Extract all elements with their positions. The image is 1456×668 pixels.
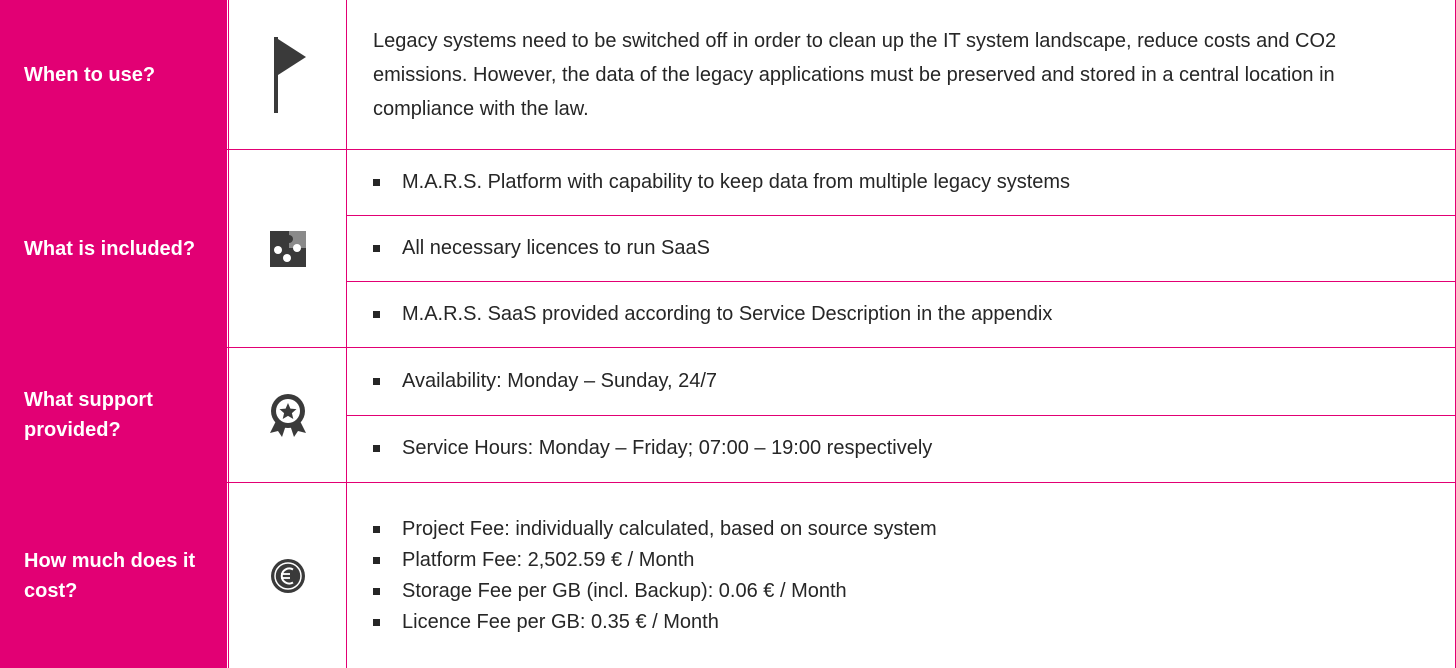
- row-cost: How much does it cost? Project Fee: indi…: [0, 482, 1456, 668]
- item-text: M.A.R.S. SaaS provided according to Serv…: [402, 303, 1053, 325]
- list-item: M.A.R.S. Platform with capability to kee…: [347, 150, 1455, 215]
- list-item: Storage Fee per GB (incl. Backup): 0.06 …: [373, 576, 1455, 607]
- list-item: Licence Fee per GB: 0.35 € / Month: [373, 607, 1455, 638]
- description-cell: Legacy systems need to be switched off i…: [347, 0, 1455, 149]
- bullet: [373, 587, 380, 595]
- bullet: [373, 377, 380, 385]
- row-support: What support provided? Availability: Mon…: [0, 347, 1456, 482]
- icon-cell: [228, 0, 346, 149]
- bullet: [373, 311, 380, 318]
- row-content: M.A.R.S. Platform with capability to kee…: [346, 150, 1456, 347]
- row-label: When to use?: [0, 0, 228, 149]
- flag-icon: [273, 36, 306, 113]
- bullet: [373, 245, 380, 252]
- list-item: Platform Fee: 2,502.59 € / Month: [373, 545, 1455, 576]
- bullet: [373, 556, 380, 564]
- row-content: Project Fee: individually calculated, ba…: [346, 483, 1456, 668]
- puzzle-icon: [269, 230, 306, 267]
- bullet: [373, 618, 380, 626]
- item-text: Project Fee: individually calculated, ba…: [402, 517, 937, 540]
- bullet: [373, 525, 380, 533]
- item-text: Service Hours: Monday – Friday; 07:00 – …: [402, 437, 933, 460]
- award-medal-icon: [269, 394, 306, 437]
- row-what-is-included: What is included? M.A.R.S. Platform with…: [0, 149, 1456, 347]
- row-when-to-use: When to use? Legacy systems need to be s…: [0, 0, 1456, 149]
- list-item: Availability: Monday – Sunday, 24/7: [347, 348, 1455, 415]
- row-label: What support provided?: [0, 348, 228, 482]
- bullet: [373, 445, 380, 453]
- item-text: M.A.R.S. Platform with capability to kee…: [402, 171, 1071, 193]
- row-label: How much does it cost?: [0, 483, 228, 668]
- list-item: M.A.R.S. SaaS provided according to Serv…: [347, 281, 1455, 347]
- bullet: [373, 179, 380, 186]
- list-item: Project Fee: individually calculated, ba…: [373, 514, 1455, 545]
- icon-cell: [228, 483, 346, 668]
- euro-coin-icon: [270, 558, 305, 593]
- item-text: Platform Fee: 2,502.59 € / Month: [402, 548, 695, 571]
- description-text: Legacy systems need to be switched off i…: [373, 29, 1337, 120]
- row-content: Availability: Monday – Sunday, 24/7 Serv…: [346, 348, 1456, 482]
- list-item: All necessary licences to run SaaS: [347, 215, 1455, 281]
- service-overview-table: When to use? Legacy systems need to be s…: [0, 0, 1456, 668]
- row-label: What is included?: [0, 150, 228, 347]
- icon-cell: [228, 150, 346, 347]
- row-content: Legacy systems need to be switched off i…: [346, 0, 1456, 149]
- icon-cell: [228, 348, 346, 482]
- item-text: Availability: Monday – Sunday, 24/7: [402, 369, 718, 392]
- item-text: Storage Fee per GB (incl. Backup): 0.06 …: [402, 579, 847, 602]
- list-item: Service Hours: Monday – Friday; 07:00 – …: [347, 414, 1455, 483]
- item-text: Licence Fee per GB: 0.35 € / Month: [402, 610, 719, 633]
- item-text: All necessary licences to run SaaS: [402, 237, 710, 259]
